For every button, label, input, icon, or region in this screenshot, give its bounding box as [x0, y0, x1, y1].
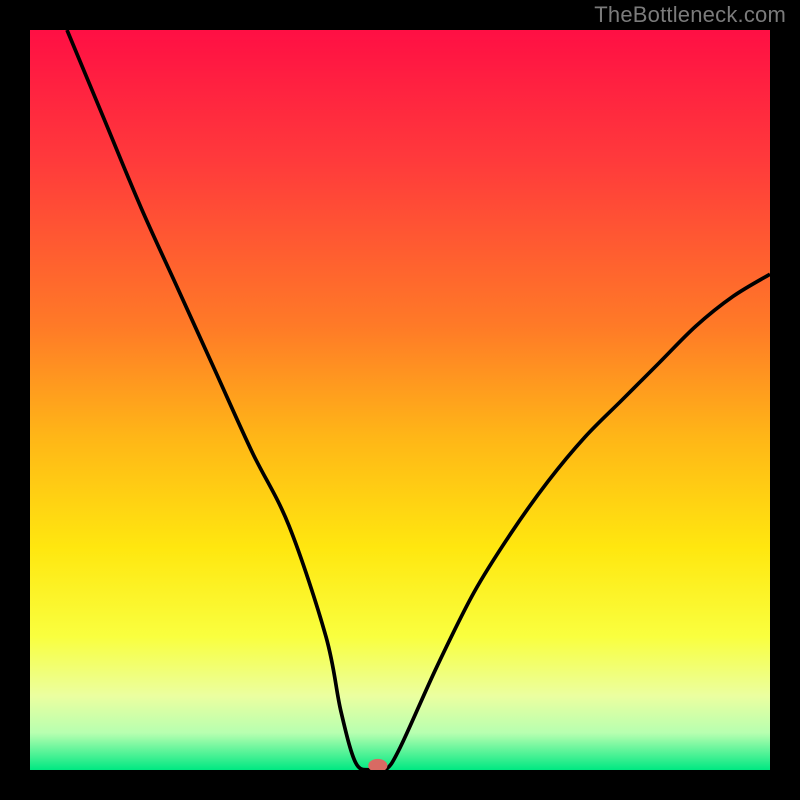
watermark-text: TheBottleneck.com: [594, 2, 786, 28]
bottleneck-chart: [30, 30, 770, 770]
chart-frame: TheBottleneck.com: [0, 0, 800, 800]
chart-background: [30, 30, 770, 770]
